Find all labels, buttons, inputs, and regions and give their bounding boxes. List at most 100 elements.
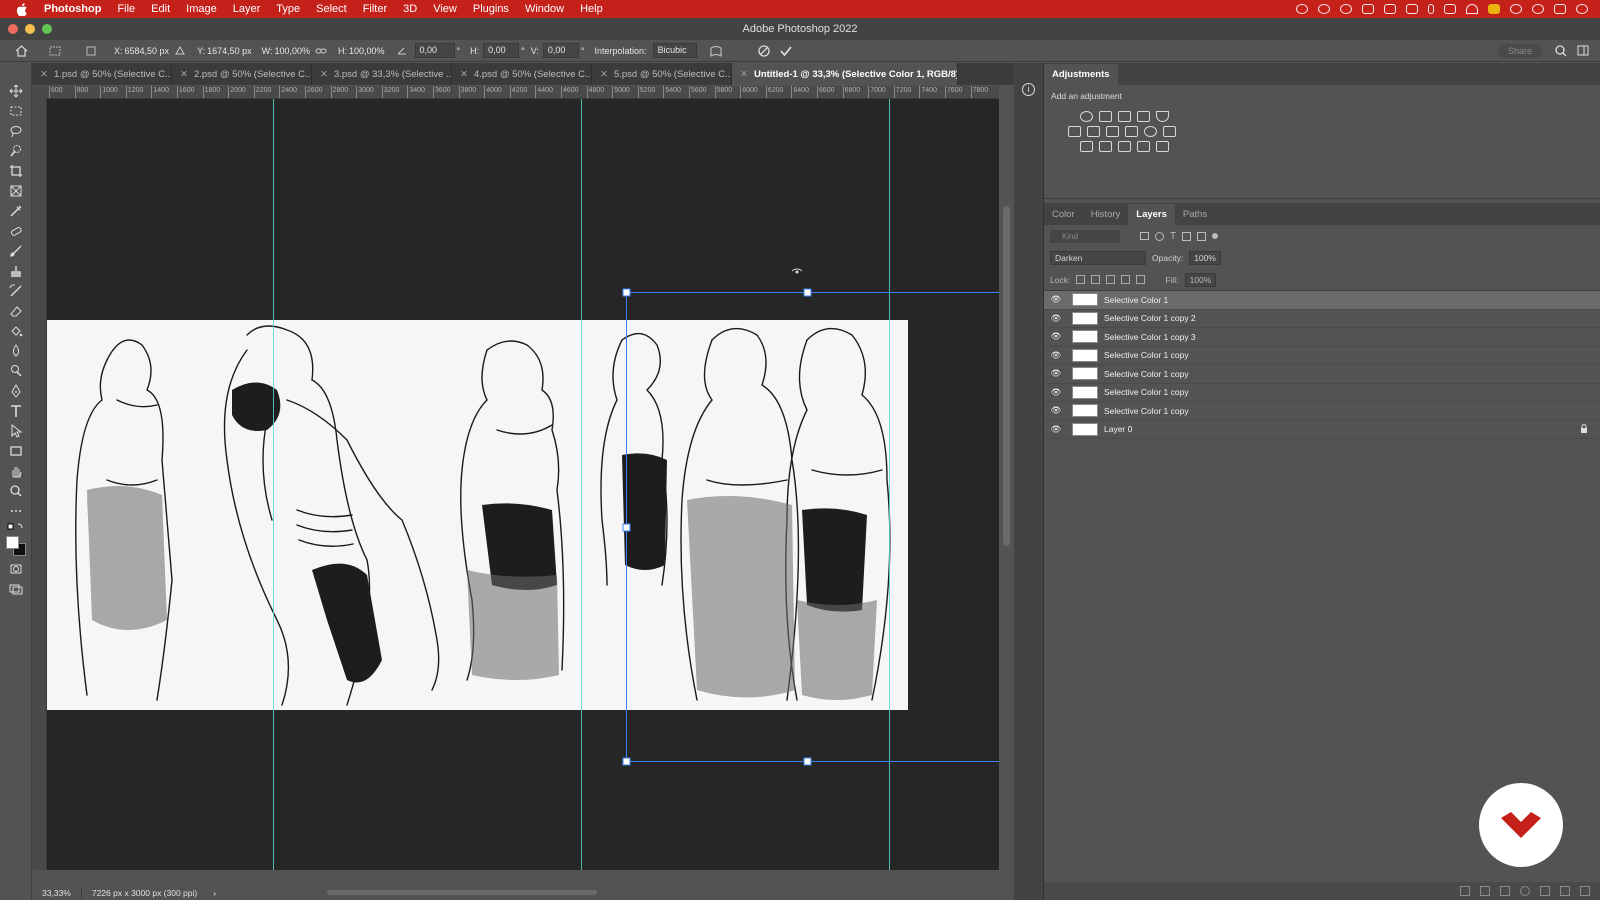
tab-5-psd[interactable]: ✕ 5.psd @ 50% (Selective C... [592, 63, 732, 85]
cancel-transform-icon[interactable] [757, 44, 771, 58]
delta-icon[interactable] [173, 44, 187, 58]
fill-field[interactable]: 100% [1184, 272, 1217, 287]
tab-adjustments[interactable]: Adjustments [1044, 64, 1118, 85]
commit-transform-icon[interactable] [779, 44, 793, 58]
brightness-contrast-icon[interactable] [1080, 111, 1093, 122]
tab-4-psd[interactable]: ✕ 4.psd @ 50% (Selective C... [452, 63, 592, 85]
pen-tool-icon[interactable] [0, 381, 32, 401]
spot-healing-tool-icon[interactable] [0, 221, 32, 241]
creative-cloud-icon[interactable] [1296, 4, 1308, 14]
lock-image-icon[interactable] [1091, 275, 1101, 284]
home-icon[interactable] [14, 44, 28, 58]
record-icon[interactable] [1340, 4, 1352, 14]
layer-row[interactable]: 👁 Selective Color 1 [1044, 291, 1600, 310]
sync-icon[interactable] [1318, 4, 1330, 14]
warp-mode-icon[interactable] [709, 44, 723, 58]
tab-1-psd[interactable]: ✕ 1.psd @ 50% (Selective C... [32, 63, 172, 85]
eyedropper-tool-icon[interactable] [0, 201, 32, 221]
opacity-field[interactable]: 100% [1189, 251, 1221, 265]
transform-tool-icon[interactable] [48, 44, 62, 58]
color-lookup-icon[interactable] [1163, 126, 1176, 137]
lock-all-icon[interactable] [1136, 275, 1146, 284]
minimize-window-button[interactable] [25, 24, 35, 34]
wifi-icon[interactable] [1466, 4, 1478, 14]
menu-edit[interactable]: Edit [143, 3, 178, 15]
rectangle-tool-icon[interactable] [0, 441, 32, 461]
history-brush-tool-icon[interactable] [0, 281, 32, 301]
filter-pixel-icon[interactable] [1140, 232, 1149, 240]
add-mask-icon[interactable] [1500, 886, 1510, 896]
visibility-eye-icon[interactable]: 👁 [1044, 313, 1068, 324]
crop-tool-icon[interactable] [0, 161, 32, 181]
hue-saturation-icon[interactable] [1068, 126, 1081, 137]
zoom-level[interactable]: 33,33% [32, 888, 81, 898]
curves-icon[interactable] [1118, 111, 1131, 122]
path-selection-tool-icon[interactable] [0, 421, 32, 441]
paint-bucket-tool-icon[interactable] [0, 321, 32, 341]
color-swatches[interactable] [0, 533, 32, 559]
visibility-eye-icon[interactable]: 👁 [1044, 405, 1068, 416]
app-s-icon[interactable] [1384, 4, 1396, 14]
user-icon[interactable] [1510, 4, 1522, 14]
filter-shape-icon[interactable] [1182, 231, 1192, 241]
transform-handle-left[interactable] [622, 523, 631, 532]
share-button[interactable]: Share [1497, 43, 1542, 58]
layer-row[interactable]: 👁 Selective Color 1 copy [1044, 384, 1600, 402]
filter-adjustment-icon[interactable] [1155, 231, 1164, 241]
canvas-area[interactable] [47, 99, 999, 870]
new-adjustment-layer-icon[interactable] [1520, 886, 1530, 896]
layer-row[interactable]: 👁 Selective Color 1 copy [1044, 347, 1600, 365]
vertical-ruler[interactable] [32, 99, 47, 870]
exposure-icon[interactable] [1137, 111, 1150, 122]
search-icon[interactable] [1554, 44, 1568, 58]
menu-help[interactable]: Help [572, 3, 611, 15]
tab-layers[interactable]: Layers [1128, 204, 1175, 225]
spotlight-search-icon[interactable] [1532, 4, 1544, 14]
new-layer-icon[interactable] [1560, 886, 1570, 896]
channel-mixer-icon[interactable] [1144, 126, 1157, 137]
visibility-eye-icon[interactable]: 👁 [1044, 350, 1068, 361]
y-field[interactable]: 1674,50 px [207, 46, 252, 56]
close-tab-icon[interactable]: ✕ [180, 69, 188, 80]
vibrance-icon[interactable] [1156, 111, 1169, 122]
workspace-icon[interactable] [1576, 44, 1590, 58]
transform-bounding-box[interactable] [47, 99, 999, 870]
h-skew-field[interactable]: 0,00 [483, 43, 520, 58]
default-colors-icon[interactable] [0, 521, 32, 533]
lock-position-icon[interactable] [1106, 275, 1116, 284]
type-tool-icon[interactable] [0, 401, 32, 421]
link-layers-icon[interactable] [1460, 886, 1470, 896]
menu-plugins[interactable]: Plugins [465, 3, 517, 15]
menu-file[interactable]: File [109, 3, 143, 15]
close-tab-icon[interactable]: ✕ [600, 69, 608, 80]
volume-icon[interactable] [1444, 4, 1456, 14]
move-tool-icon[interactable] [0, 81, 32, 101]
blend-mode-select[interactable]: Darken [1050, 251, 1146, 265]
siri-icon[interactable] [1576, 4, 1588, 14]
layer-style-icon[interactable] [1480, 886, 1490, 896]
layer-row[interactable]: 👁 Selective Color 1 copy [1044, 365, 1600, 384]
reference-point-icon[interactable] [84, 44, 98, 58]
layer-lock-icon[interactable] [1580, 423, 1588, 435]
angle-field[interactable]: 0,00 [414, 43, 455, 58]
h-field[interactable]: 100,00% [349, 46, 385, 56]
menu-3d[interactable]: 3D [395, 3, 425, 15]
photo-filter-icon[interactable] [1125, 126, 1138, 137]
close-tab-icon[interactable]: ✕ [320, 69, 328, 80]
black-white-icon[interactable] [1106, 126, 1119, 137]
transform-handle-top-left[interactable] [622, 288, 631, 297]
layer-row[interactable]: 👁 Layer 0 [1044, 421, 1600, 439]
status-menu-arrow[interactable]: › [207, 888, 216, 898]
delete-layer-icon[interactable] [1580, 886, 1590, 896]
tab-untitled-1[interactable]: ✕ Untitled-1 @ 33,3% (Selective Color 1, … [732, 63, 958, 85]
screen-mode-icon[interactable] [0, 579, 32, 599]
flag-icon[interactable] [1488, 4, 1500, 14]
zoom-tool-icon[interactable] [0, 481, 32, 501]
menu-photoshop[interactable]: Photoshop [36, 3, 109, 15]
visibility-eye-icon[interactable]: 👁 [1044, 368, 1068, 379]
close-window-button[interactable] [8, 24, 18, 34]
app-house-icon[interactable] [1406, 4, 1418, 14]
filter-type-icon[interactable]: T [1170, 231, 1176, 242]
layer-kind-filter[interactable]: Kind [1050, 229, 1120, 243]
hand-tool-icon[interactable] [0, 461, 32, 481]
